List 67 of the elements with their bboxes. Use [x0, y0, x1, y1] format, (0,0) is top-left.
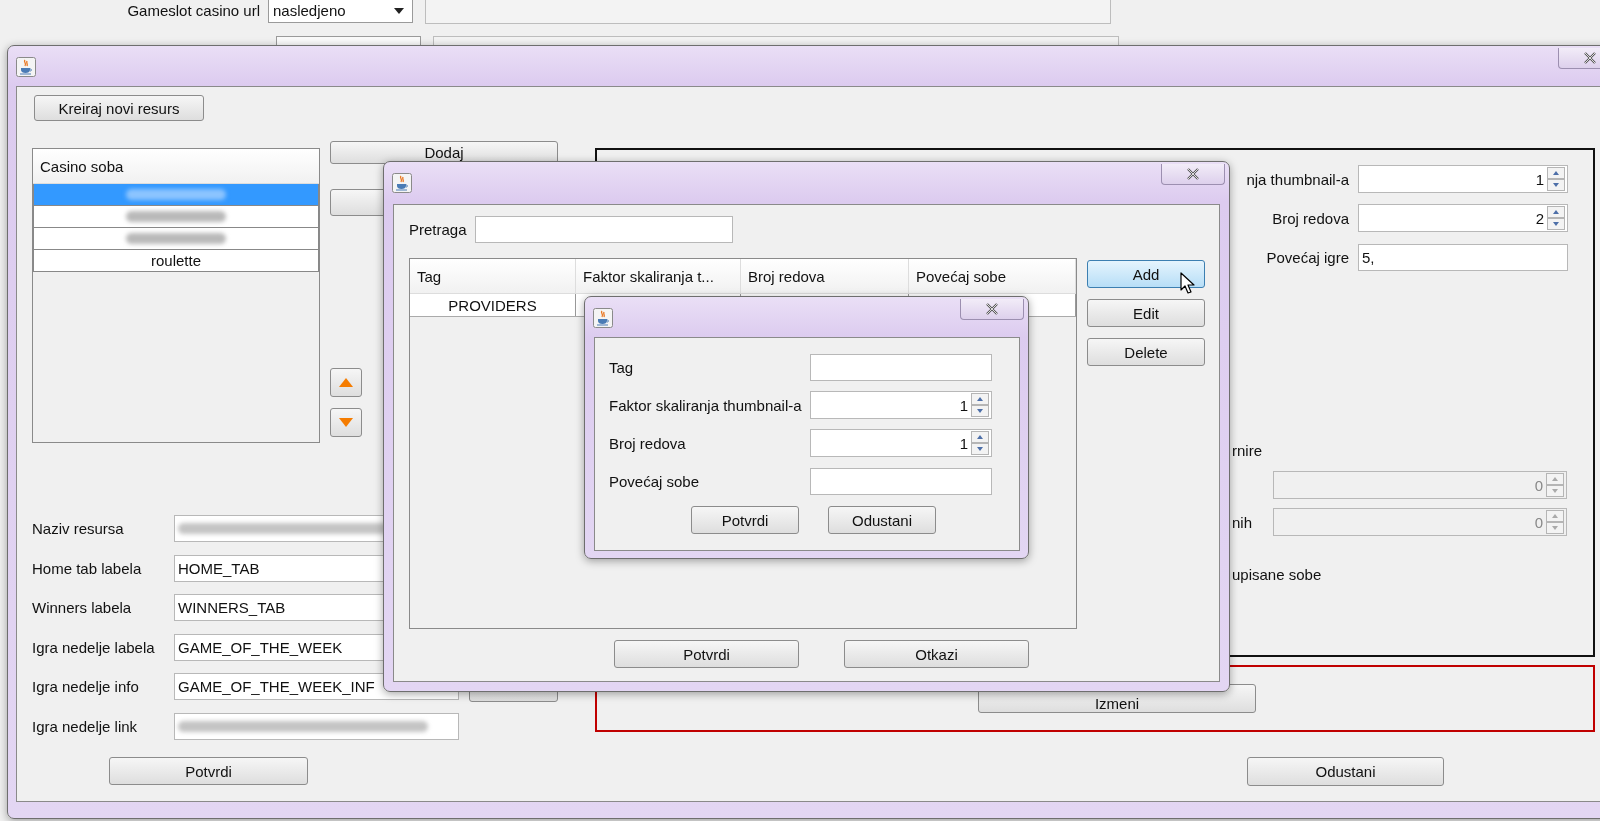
move-down-button[interactable]	[330, 408, 362, 437]
field-label: Home tab labela	[32, 559, 143, 577]
close-icon	[1186, 168, 1200, 180]
cancel-button[interactable]: Odustani	[1247, 757, 1444, 786]
close-icon	[1583, 52, 1597, 64]
field-label: nja thumbnail-a	[1246, 170, 1349, 188]
create-resource-button[interactable]: Kreiraj novi resurs	[34, 95, 204, 121]
text-field[interactable]	[810, 467, 992, 495]
field-label: Povećaj igre	[1266, 248, 1349, 266]
close-icon	[985, 303, 999, 315]
stepper-arrows-icon[interactable]	[1547, 167, 1565, 191]
confirm-button[interactable]: Potvrdi	[109, 757, 308, 785]
stepper-arrows-icon[interactable]	[1547, 206, 1565, 230]
field-label: rnire	[1232, 441, 1263, 461]
field-label: Broj redova	[1272, 209, 1349, 227]
move-up-button[interactable]	[330, 368, 362, 397]
down-arrow-icon	[339, 418, 353, 427]
cancel-button[interactable]: Odustani	[828, 506, 936, 534]
stepper-arrows-icon[interactable]	[971, 431, 989, 455]
stepper-arrows-icon[interactable]	[971, 393, 989, 417]
confirm-button[interactable]: Potvrdi	[691, 506, 799, 534]
number-spinner[interactable]: 1	[1358, 165, 1568, 193]
close-button[interactable]	[1161, 164, 1225, 185]
field-label: Naziv resursa	[32, 520, 125, 537]
field-label: Pretraga	[409, 220, 467, 238]
column-header[interactable]: Tag	[410, 259, 576, 293]
text-field[interactable]: 5,	[1358, 243, 1568, 271]
close-button[interactable]	[960, 299, 1024, 320]
text-field[interactable]	[174, 712, 459, 740]
action-button[interactable]: Add	[1087, 260, 1205, 288]
list-item[interactable]	[33, 184, 319, 206]
confirm-button[interactable]: Potvrdi	[614, 640, 799, 668]
column-header[interactable]: Povećaj sobe	[909, 259, 1076, 293]
dropdown[interactable]: nasledjeno	[268, 0, 413, 23]
field-label: Winners labela	[32, 599, 133, 617]
number-spinner[interactable]: 2	[1358, 204, 1568, 232]
table-cell: PROVIDERS	[410, 294, 576, 316]
cursor-icon	[1180, 272, 1195, 295]
field-label: Igra nedelje info	[32, 678, 140, 696]
text-field[interactable]	[425, 0, 1111, 24]
action-button[interactable]: Delete	[1087, 338, 1205, 366]
column-header: Casino soba	[33, 149, 319, 184]
list-item[interactable]	[33, 228, 319, 250]
search-field[interactable]	[474, 215, 733, 243]
field-label: Povećaj sobe	[609, 472, 701, 490]
field-label: Gameslot casino url	[126, 2, 261, 19]
text-field[interactable]	[810, 353, 992, 381]
up-arrow-icon	[339, 378, 353, 387]
number-spinner[interactable]: 1	[810, 391, 992, 419]
list-item[interactable]: roulette	[33, 250, 319, 272]
field-label: Igra nedelje labela	[32, 638, 156, 656]
cancel-button[interactable]: Otkazi	[844, 640, 1029, 668]
list-item[interactable]	[33, 206, 319, 228]
field-label: Tag	[609, 358, 635, 376]
field-label: Broj redova	[609, 434, 687, 452]
coffee-cup-icon	[16, 57, 36, 77]
field-label: upisane sobe	[1232, 565, 1323, 585]
caret-icon	[394, 7, 404, 14]
coffee-cup-icon	[392, 173, 412, 193]
coffee-cup-icon	[593, 308, 613, 328]
number-spinner[interactable]: 1	[810, 429, 992, 457]
field-label: Igra nedelje link	[32, 717, 139, 735]
field-label: nih	[1232, 513, 1253, 531]
column-header[interactable]: Broj redova	[741, 259, 909, 293]
column-header[interactable]: Faktor skaliranja t...	[576, 259, 741, 293]
field-label: Faktor skaliranja thumbnail-a	[609, 396, 803, 414]
action-button[interactable]: Edit	[1087, 299, 1205, 327]
